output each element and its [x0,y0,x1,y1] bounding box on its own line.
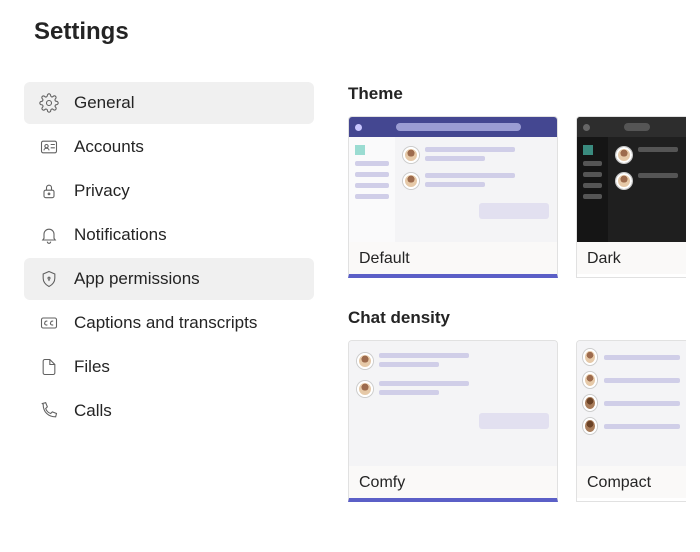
settings-sidebar: General Accounts Privacy Notifications A [24,82,314,532]
sidebar-item-captions[interactable]: Captions and transcripts [24,302,314,344]
density-preview-comfy [349,341,557,466]
theme-section-title: Theme [348,84,700,104]
sidebar-item-files[interactable]: Files [24,346,314,388]
sidebar-item-label: Privacy [74,181,130,201]
theme-option-label: Dark [577,242,686,274]
sidebar-item-app-permissions[interactable]: App permissions [24,258,314,300]
density-option-label: Comfy [349,466,557,498]
density-option-comfy[interactable]: Comfy [348,340,558,502]
shield-icon [38,268,60,290]
gear-icon [38,92,60,114]
settings-main: Theme Default [348,82,700,532]
theme-preview-dark [577,117,686,242]
density-option-label: Compact [577,466,686,498]
sidebar-item-notifications[interactable]: Notifications [24,214,314,256]
sidebar-item-label: General [74,93,134,113]
theme-preview-default [349,117,557,242]
file-icon [38,356,60,378]
theme-option-dark[interactable]: Dark [576,116,686,278]
sidebar-item-calls[interactable]: Calls [24,390,314,432]
sidebar-item-label: Accounts [74,137,144,157]
sidebar-item-label: Files [74,357,110,377]
page-title: Settings [34,18,700,46]
theme-option-label: Default [349,242,557,274]
sidebar-item-accounts[interactable]: Accounts [24,126,314,168]
chat-density-options: Comfy Compact [348,340,700,502]
density-preview-compact [577,341,686,466]
chat-density-section-title: Chat density [348,308,700,328]
theme-option-default[interactable]: Default [348,116,558,278]
density-option-compact[interactable]: Compact [576,340,686,502]
bell-icon [38,224,60,246]
sidebar-item-privacy[interactable]: Privacy [24,170,314,212]
sidebar-item-label: Calls [74,401,112,421]
sidebar-item-label: App permissions [74,269,200,289]
sidebar-item-label: Captions and transcripts [74,313,257,333]
phone-icon [38,400,60,422]
cc-icon [38,312,60,334]
id-card-icon [38,136,60,158]
theme-options: Default Dark [348,116,700,278]
sidebar-item-label: Notifications [74,225,167,245]
lock-icon [38,180,60,202]
sidebar-item-general[interactable]: General [24,82,314,124]
